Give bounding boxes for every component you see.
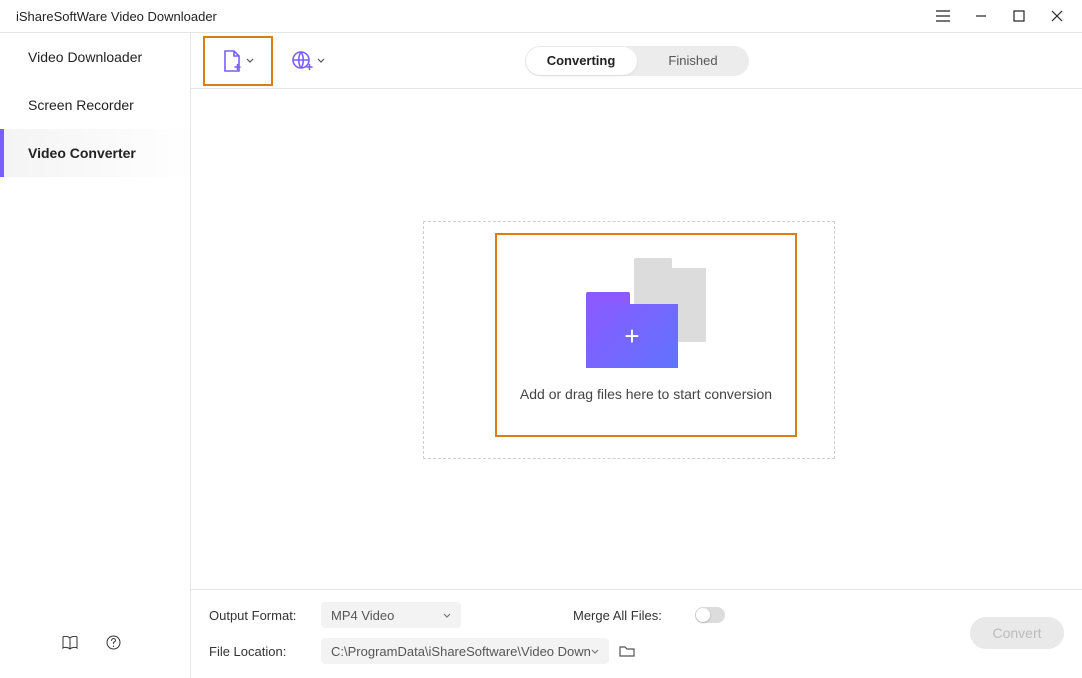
footer-bar: Output Format: MP4 Video Merge All Files…: [191, 589, 1082, 678]
book-icon[interactable]: [62, 636, 78, 650]
tab-label: Converting: [547, 53, 616, 68]
sidebar-item-video-converter[interactable]: Video Converter: [0, 129, 190, 177]
chevron-down-icon: [317, 58, 325, 63]
sidebar-item-label: Video Converter: [28, 145, 136, 161]
merge-toggle[interactable]: [695, 607, 725, 623]
chevron-down-icon: [591, 649, 599, 654]
output-format-value: MP4 Video: [331, 608, 394, 623]
close-icon[interactable]: [1048, 7, 1066, 25]
sidebar-item-label: Video Downloader: [28, 49, 142, 65]
minimize-icon[interactable]: [972, 7, 990, 25]
convert-label: Convert: [992, 625, 1041, 641]
toolbar: Converting Finished: [191, 33, 1082, 89]
folder-icon: +: [586, 268, 706, 368]
sidebar-item-screen-recorder[interactable]: Screen Recorder: [0, 81, 190, 129]
window-controls: [934, 7, 1066, 25]
sidebar-items: Video Downloader Screen Recorder Video C…: [0, 33, 190, 635]
open-folder-icon[interactable]: [619, 644, 635, 658]
sidebar-item-video-downloader[interactable]: Video Downloader: [0, 33, 190, 81]
maximize-icon[interactable]: [1010, 7, 1028, 25]
tabs: Converting Finished: [525, 46, 749, 76]
chevron-down-icon: [443, 613, 451, 618]
sidebar: Video Downloader Screen Recorder Video C…: [0, 33, 190, 678]
dropzone-highlight[interactable]: + Add or drag files here to start conver…: [495, 233, 797, 437]
sidebar-footer: [0, 635, 190, 678]
merge-label: Merge All Files:: [573, 608, 683, 623]
file-location-select[interactable]: C:\ProgramData\iShareSoftware\Video Down: [321, 638, 609, 664]
convert-button[interactable]: Convert: [970, 617, 1064, 649]
sidebar-item-label: Screen Recorder: [28, 97, 134, 113]
plus-icon: +: [624, 321, 639, 352]
canvas: + Add or drag files here to start conver…: [191, 89, 1082, 589]
file-location-value: C:\ProgramData\iShareSoftware\Video Down: [331, 644, 591, 659]
app-body: Video Downloader Screen Recorder Video C…: [0, 33, 1082, 678]
chevron-down-icon: [246, 58, 254, 63]
output-format-label: Output Format:: [209, 608, 309, 623]
file-location-label: File Location:: [209, 644, 309, 659]
dropzone-text: Add or drag files here to start conversi…: [520, 386, 772, 402]
output-format-select[interactable]: MP4 Video: [321, 602, 461, 628]
menu-icon[interactable]: [934, 7, 952, 25]
app-title: iShareSoftWare Video Downloader: [16, 9, 934, 24]
folder-front-icon: +: [586, 304, 678, 368]
add-url-button[interactable]: [273, 36, 343, 86]
help-icon[interactable]: [106, 635, 121, 650]
tab-finished[interactable]: Finished: [638, 46, 749, 76]
tab-label: Finished: [668, 53, 717, 68]
tab-converting[interactable]: Converting: [526, 47, 637, 75]
add-file-button[interactable]: [203, 36, 273, 86]
main-panel: Converting Finished + Add or drag files …: [190, 33, 1082, 678]
file-location-row: C:\ProgramData\iShareSoftware\Video Down: [321, 638, 755, 664]
titlebar: iShareSoftWare Video Downloader: [0, 0, 1082, 32]
